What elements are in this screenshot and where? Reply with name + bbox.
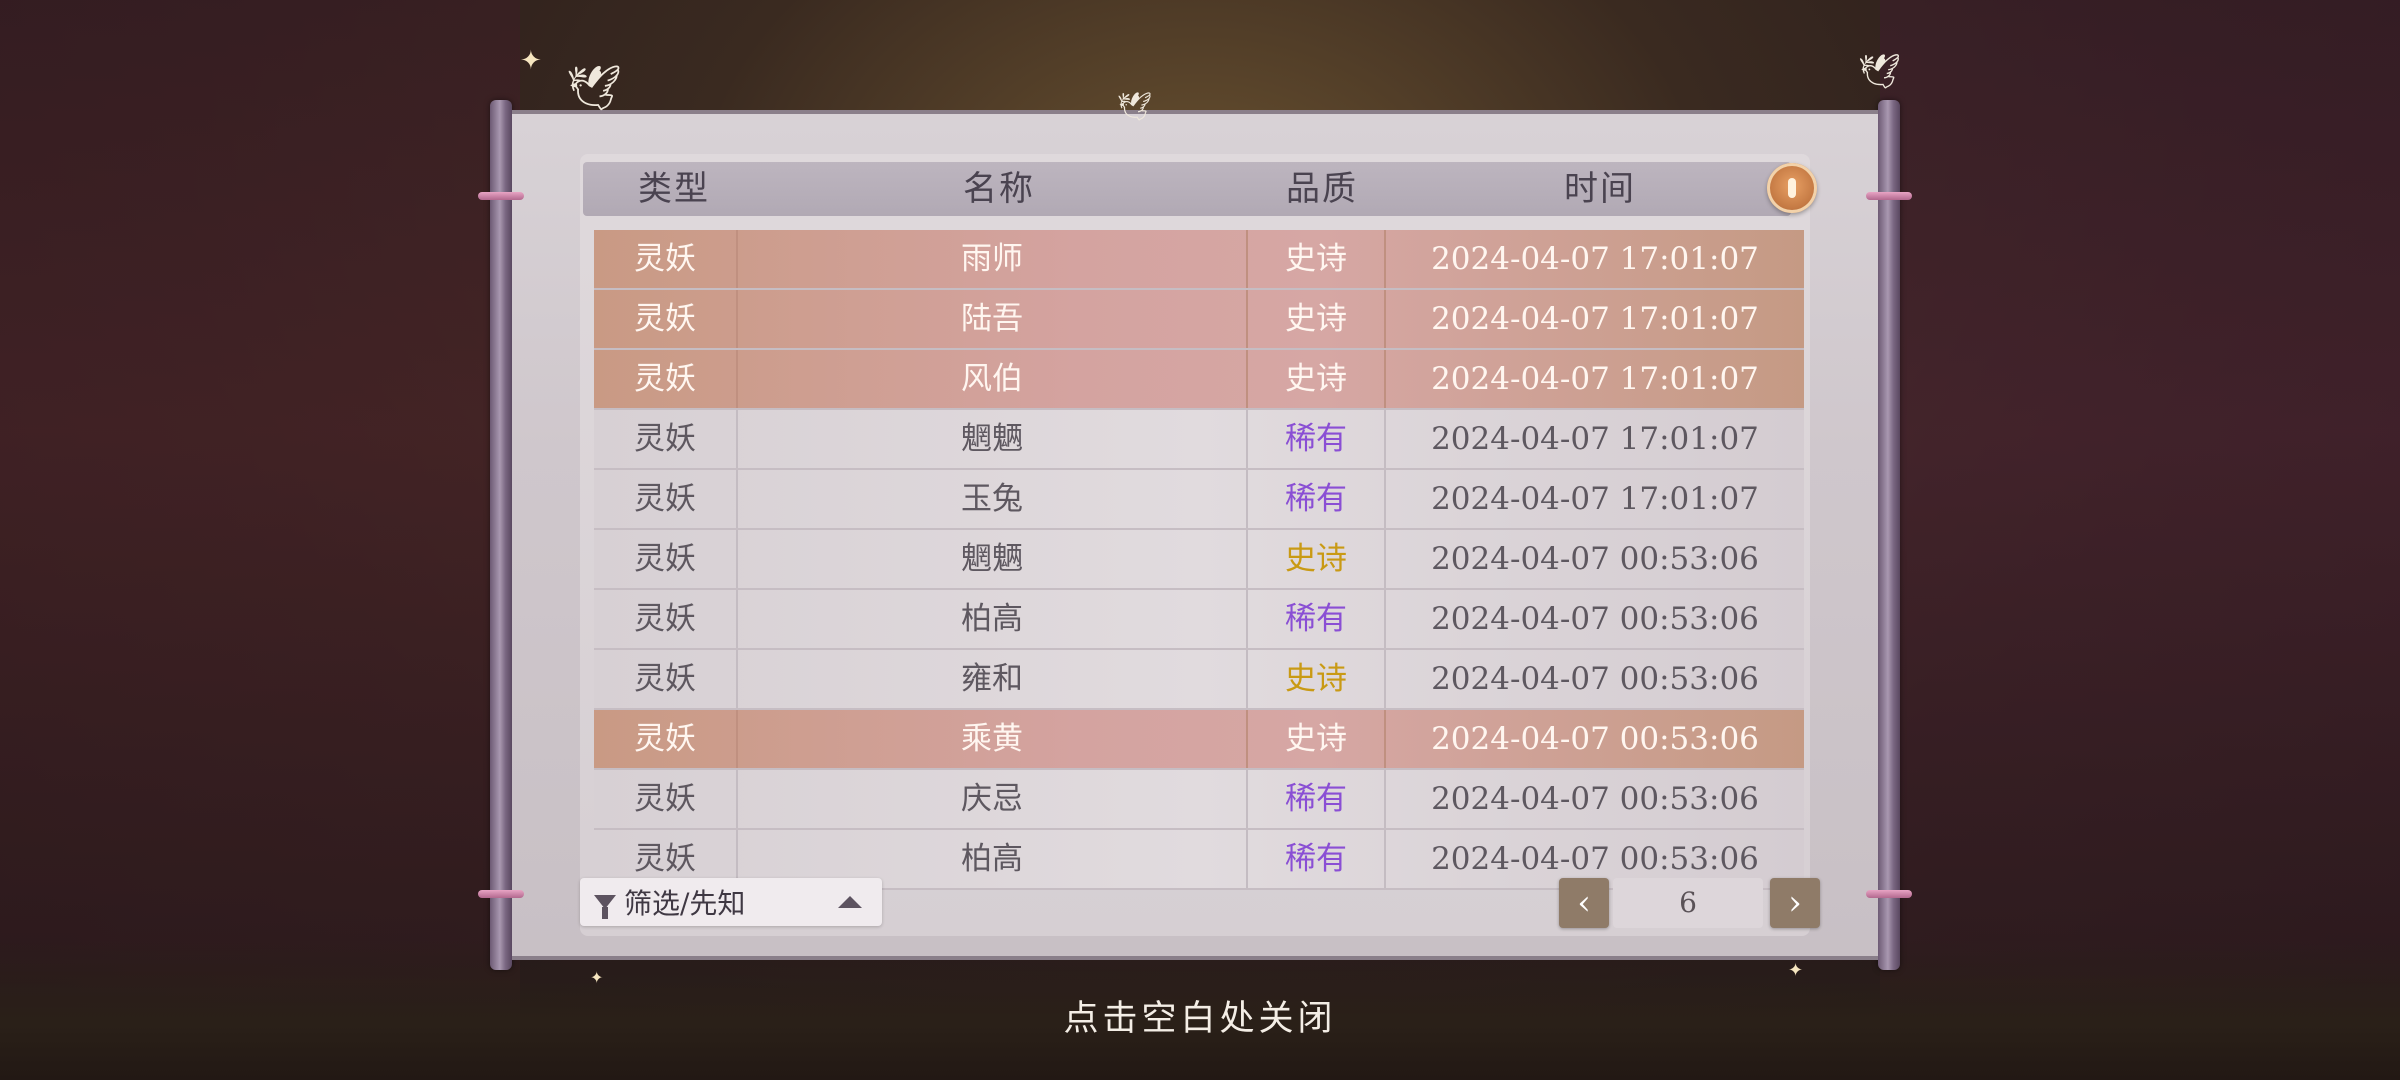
cell-type: 灵妖 bbox=[594, 650, 738, 708]
table-row: 灵妖 陆吾 史诗 2024-04-07 17:01:07 bbox=[594, 290, 1804, 350]
header-time: 时间 bbox=[1564, 169, 1636, 209]
next-page-button[interactable]: › bbox=[1770, 878, 1820, 928]
sparkle-icon: ✦ bbox=[520, 46, 542, 76]
swallow-icon: 🕊 bbox=[1858, 52, 1902, 92]
cell-type: 灵妖 bbox=[594, 350, 738, 408]
cell-name: 魍魉 bbox=[738, 530, 1248, 588]
table-row: 灵妖 魍魉 稀有 2024-04-07 17:01:07 bbox=[594, 410, 1804, 470]
cell-quality: 史诗 bbox=[1248, 530, 1386, 588]
scroll-peg bbox=[1866, 192, 1912, 200]
info-button[interactable] bbox=[1767, 163, 1817, 213]
cell-name: 玉兔 bbox=[738, 470, 1248, 528]
cell-name: 雍和 bbox=[738, 650, 1248, 708]
table-row: 灵妖 玉兔 稀有 2024-04-07 17:01:07 bbox=[594, 470, 1804, 530]
cell-quality: 稀有 bbox=[1248, 410, 1386, 468]
cell-name: 陆吾 bbox=[738, 290, 1248, 348]
cell-quality: 史诗 bbox=[1248, 230, 1386, 288]
filter-label: 筛选/先知 bbox=[624, 887, 746, 920]
cell-name: 乘黄 bbox=[738, 710, 1248, 768]
cell-type: 灵妖 bbox=[594, 290, 738, 348]
cell-time: 2024-04-07 17:01:07 bbox=[1431, 241, 1759, 277]
cell-type: 灵妖 bbox=[594, 410, 738, 468]
cell-time: 2024-04-07 00:53:06 bbox=[1431, 661, 1759, 697]
scroll-peg bbox=[478, 890, 524, 898]
cell-type: 灵妖 bbox=[594, 770, 738, 828]
scroll-rod-right bbox=[1878, 100, 1900, 970]
page-number: 6 bbox=[1613, 878, 1763, 928]
cell-time: 2024-04-07 17:01:07 bbox=[1431, 361, 1759, 397]
cell-time: 2024-04-07 17:01:07 bbox=[1431, 421, 1759, 457]
cell-type: 灵妖 bbox=[594, 530, 738, 588]
header-type: 类型 bbox=[638, 169, 710, 209]
table-row: 灵妖 风伯 史诗 2024-04-07 17:01:07 bbox=[594, 350, 1804, 410]
scroll-peg bbox=[478, 192, 524, 200]
cell-quality: 史诗 bbox=[1248, 290, 1386, 348]
background-left bbox=[0, 0, 520, 1080]
table-row: 灵妖 庆忌 稀有 2024-04-07 00:53:06 bbox=[594, 770, 1804, 830]
cell-quality: 稀有 bbox=[1248, 470, 1386, 528]
info-icon bbox=[1788, 178, 1796, 198]
sparkle-icon: ✦ bbox=[590, 968, 604, 987]
filter-dropdown[interactable]: 筛选/先知 bbox=[580, 878, 882, 926]
cell-time: 2024-04-07 00:53:06 bbox=[1431, 781, 1759, 817]
cell-quality: 史诗 bbox=[1248, 350, 1386, 408]
cell-type: 灵妖 bbox=[594, 590, 738, 648]
table-row: 灵妖 雨师 史诗 2024-04-07 17:01:07 bbox=[594, 230, 1804, 290]
cell-quality: 史诗 bbox=[1248, 650, 1386, 708]
caret-up-icon bbox=[838, 896, 862, 908]
cell-name: 雨师 bbox=[738, 230, 1248, 288]
scroll-rod-left bbox=[490, 100, 512, 970]
table-row: 灵妖 魍魉 史诗 2024-04-07 00:53:06 bbox=[594, 530, 1804, 590]
cell-time: 2024-04-07 17:01:07 bbox=[1431, 481, 1759, 517]
cell-name: 风伯 bbox=[738, 350, 1248, 408]
header-quality: 品质 bbox=[1286, 169, 1358, 209]
cell-type: 灵妖 bbox=[594, 230, 738, 288]
cell-type: 灵妖 bbox=[594, 710, 738, 768]
sparkle-icon: ✦ bbox=[1788, 960, 1804, 981]
cell-time: 2024-04-07 00:53:06 bbox=[1431, 601, 1759, 637]
cell-quality: 稀有 bbox=[1248, 590, 1386, 648]
cell-time: 2024-04-07 00:53:06 bbox=[1431, 541, 1759, 577]
table-row: 灵妖 乘黄 史诗 2024-04-07 00:53:06 bbox=[594, 710, 1804, 770]
cell-quality: 稀有 bbox=[1248, 830, 1386, 888]
swallow-icon: 🕊 bbox=[566, 63, 622, 114]
close-hint[interactable]: 点击空白处关闭 bbox=[0, 990, 2400, 1041]
cell-time: 2024-04-07 17:01:07 bbox=[1431, 301, 1759, 337]
record-table: 灵妖 雨师 史诗 2024-04-07 17:01:07 灵妖 陆吾 史诗 2024-04-0… bbox=[594, 230, 1804, 890]
cell-name: 魍魉 bbox=[738, 410, 1248, 468]
table-row: 灵妖 柏高 稀有 2024-04-07 00:53:06 bbox=[594, 590, 1804, 650]
cell-name: 庆忌 bbox=[738, 770, 1248, 828]
cell-name: 柏高 bbox=[738, 590, 1248, 648]
swallow-icon: 🕊 bbox=[1117, 90, 1153, 123]
cell-quality: 史诗 bbox=[1248, 710, 1386, 768]
cell-type: 灵妖 bbox=[594, 470, 738, 528]
table-row: 灵妖 雍和 史诗 2024-04-07 00:53:06 bbox=[594, 650, 1804, 710]
cell-quality: 稀有 bbox=[1248, 770, 1386, 828]
filter-icon bbox=[594, 895, 616, 919]
scroll-peg bbox=[1866, 890, 1912, 898]
cell-time: 2024-04-07 00:53:06 bbox=[1431, 721, 1759, 757]
prev-page-button[interactable]: ‹ bbox=[1559, 878, 1609, 928]
header-name: 名称 bbox=[963, 169, 1035, 209]
background-right bbox=[1880, 0, 2400, 1080]
